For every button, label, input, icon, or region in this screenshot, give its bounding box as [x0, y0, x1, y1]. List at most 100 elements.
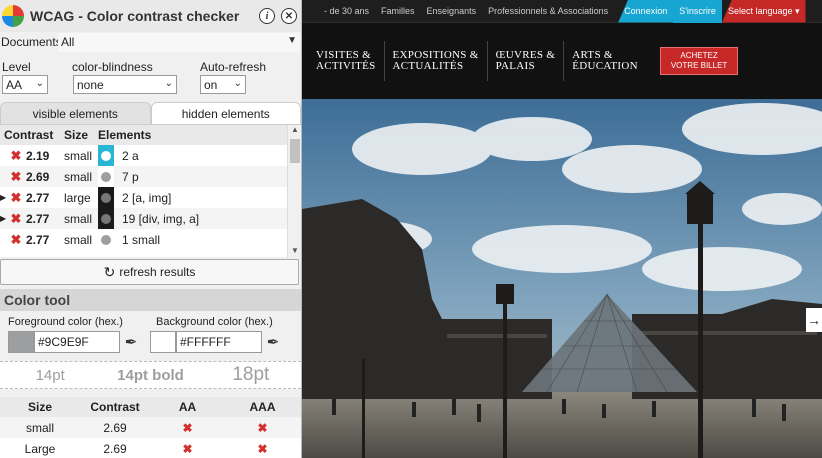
table-row[interactable]: ✖ 2.77 small 1 small — [0, 229, 301, 250]
preview-14pt: 14pt — [35, 366, 65, 384]
foreground-hex-input[interactable]: #9C9E9F — [34, 331, 120, 353]
eyedropper-icon[interactable]: ✒ — [262, 333, 284, 351]
scroll-thumb[interactable] — [290, 139, 300, 163]
aaa-fail-icon: ✖ — [257, 441, 268, 456]
row-size: small — [64, 211, 93, 226]
level-label: Level — [2, 60, 31, 74]
buy-ticket-button[interactable]: ACHETEZ VOTRE BILLET — [659, 47, 739, 75]
top-bar: - de 30 ans Familles Enseignants Profess… — [302, 0, 822, 23]
link-under-30[interactable]: - de 30 ans — [302, 6, 375, 16]
row-elements: 2 a — [122, 148, 139, 163]
compliance-row: small 2.69 ✖ ✖ — [0, 417, 301, 438]
auto-refresh-select[interactable]: on ⌄ — [200, 75, 246, 94]
level-select[interactable]: AA ⌄ — [2, 75, 48, 94]
main-nav: Visites & activités Expositions & actual… — [302, 23, 822, 99]
color-dot — [101, 234, 111, 245]
row-elements: 19 [div, img, a] — [122, 211, 200, 226]
header-size: Size — [64, 128, 89, 142]
color-swatch — [98, 229, 114, 250]
results-table: Contrast Size Elements ✖ 2.19 small 2 a … — [0, 124, 301, 258]
nav-divider — [563, 41, 565, 81]
website-page: - de 30 ans Familles Enseignants Profess… — [302, 0, 822, 458]
color-dot — [101, 171, 111, 182]
aa-fail-icon: ✖ — [182, 420, 193, 435]
scroll-down-icon[interactable]: ▼ — [288, 246, 301, 258]
nav-visites[interactable]: Visites & activités — [316, 50, 376, 72]
language-select[interactable]: Select language ▾ — [721, 0, 806, 23]
nav-oeuvres-line2: palais — [495, 60, 535, 72]
chevron-down-icon: ⌄ — [35, 78, 44, 89]
result-contrast: 2.69 — [103, 441, 127, 456]
info-icon[interactable]: i — [259, 8, 275, 24]
nav-arts[interactable]: Arts & éducation — [572, 50, 638, 72]
buy-line1: ACHETEZ — [680, 51, 718, 60]
result-header-size: Size — [27, 400, 52, 414]
tab-visible-elements[interactable]: visible elements — [0, 102, 151, 124]
link-teachers[interactable]: Enseignants — [421, 6, 483, 16]
row-size: small — [64, 148, 93, 163]
header-contrast: Contrast — [4, 128, 54, 142]
table-scrollbar[interactable]: ▲ ▼ — [287, 125, 301, 258]
fail-icon: ✖ — [10, 210, 22, 226]
row-ratio: 2.77 — [26, 190, 50, 205]
carousel-next-button[interactable]: → — [806, 308, 822, 332]
color-dot — [101, 192, 111, 203]
text-preview: 14pt 14pt bold 18pt — [0, 361, 301, 389]
nav-oeuvres[interactable]: Œuvres & palais — [496, 50, 556, 72]
element-tabs: visible elements hidden elements — [0, 102, 301, 124]
row-ratio: 2.77 — [26, 232, 50, 247]
aaa-fail-icon: ✖ — [257, 420, 268, 435]
auto-refresh-value: on — [204, 77, 218, 92]
table-row[interactable]: ▶ ✖ 2.77 large 2 [a, img] — [0, 187, 301, 208]
row-elements: 7 p — [122, 169, 139, 184]
nav-divider — [486, 41, 488, 81]
refresh-icon: ↻ — [103, 263, 116, 280]
panel-title: WCAG - Color contrast checker — [30, 8, 240, 24]
table-row[interactable]: ▶ ✖ 2.77 small 19 [div, img, a] — [0, 208, 301, 229]
color-swatch — [98, 208, 114, 229]
documents-select[interactable]: All ▼ — [58, 32, 300, 52]
preview-14pt-bold: 14pt bold — [117, 366, 184, 384]
row-size: large — [64, 190, 91, 205]
aa-fail-icon: ✖ — [182, 441, 193, 456]
link-families[interactable]: Familles — [375, 6, 421, 16]
nav-expositions[interactable]: Expositions & actualités — [393, 50, 479, 72]
header-elements: Elements — [98, 128, 152, 142]
chevron-down-icon: ⌄ — [164, 78, 173, 89]
nav-divider — [383, 41, 385, 81]
panel-titlebar: WCAG - Color contrast checker i ✕ — [0, 0, 301, 32]
contrast-checker-panel: WCAG - Color contrast checker i ✕ Docume… — [0, 0, 302, 458]
chevron-down-icon: ▼ — [287, 34, 297, 46]
color-swatch — [98, 187, 114, 208]
table-row[interactable]: ✖ 2.19 small 2 a — [0, 145, 301, 166]
connexion-link[interactable]: Connexion — [618, 0, 674, 23]
foreground-swatch[interactable] — [8, 331, 34, 353]
row-ratio: 2.69 — [26, 169, 50, 184]
eyedropper-icon[interactable]: ✒ — [120, 333, 142, 351]
options-labels: Level color-blindness Auto-refresh — [0, 60, 301, 74]
documents-row: Documents All ▼ — [0, 32, 301, 52]
result-header-contrast: Contrast — [90, 400, 140, 414]
color-blindness-select[interactable]: none ⌄ — [73, 75, 177, 94]
table-row[interactable]: ✖ 2.69 small 7 p — [0, 166, 301, 187]
result-header-aa: AA — [178, 400, 197, 414]
result-size: Large — [24, 441, 56, 456]
chevron-down-icon: ⌄ — [233, 78, 242, 89]
foreground-label: Foreground color (hex.) — [8, 316, 123, 328]
color-dot — [101, 150, 111, 161]
signup-link[interactable]: S'inscrire — [673, 0, 722, 23]
color-dot — [101, 213, 111, 224]
row-ratio: 2.19 — [26, 148, 50, 163]
close-icon[interactable]: ✕ — [281, 8, 297, 24]
background-hex-input[interactable]: #FFFFFF — [176, 331, 262, 353]
refresh-results-button[interactable]: ↻ refresh results — [0, 259, 299, 285]
fail-icon: ✖ — [10, 147, 22, 163]
tab-hidden-elements[interactable]: hidden elements — [150, 102, 301, 124]
buy-line2: VOTRE BILLET — [670, 61, 728, 70]
refresh-label: refresh results — [119, 265, 196, 279]
link-professionals[interactable]: Professionnels & Associations — [482, 6, 614, 16]
documents-label: Documents — [1, 35, 62, 49]
options-row: AA ⌄ none ⌄ on ⌄ — [0, 75, 301, 94]
scroll-up-icon[interactable]: ▲ — [288, 125, 301, 137]
background-swatch[interactable] — [150, 331, 176, 353]
